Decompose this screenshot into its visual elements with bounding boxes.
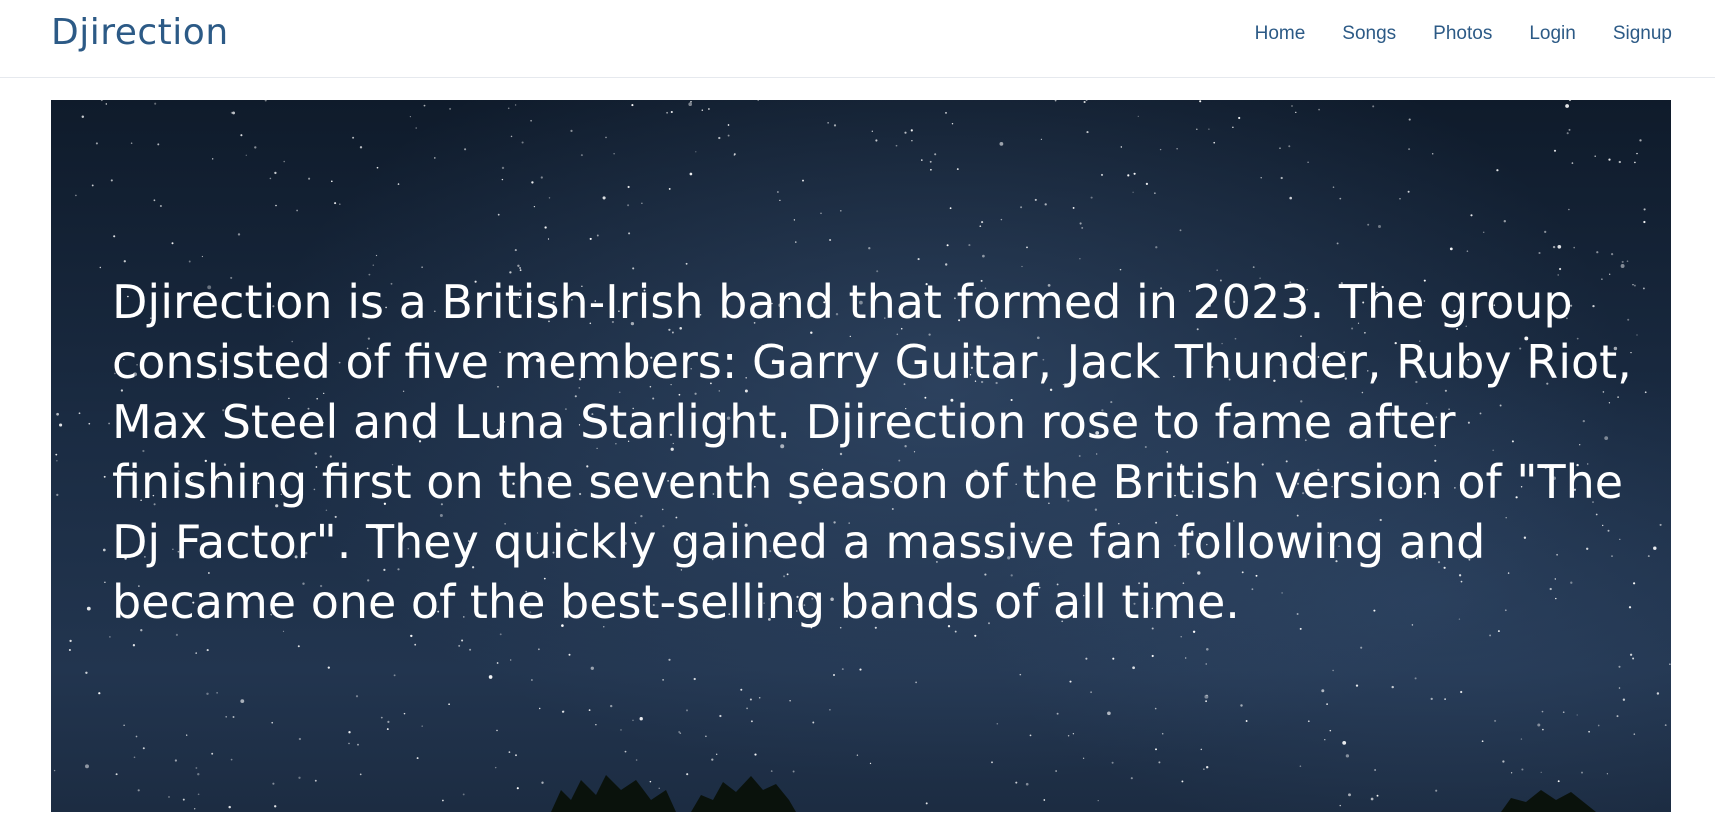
navbar: Djirection Home Songs Photos Login Signu…	[0, 0, 1715, 78]
hero-banner: Djirection is a British-Irish band that …	[51, 100, 1671, 812]
hero-description: Djirection is a British-Irish band that …	[112, 275, 1632, 629]
nav-link-signup[interactable]: Signup	[1613, 21, 1672, 47]
nav-link-songs[interactable]: Songs	[1342, 21, 1396, 47]
brand-logo-link[interactable]: Djirection	[51, 11, 229, 55]
nav-link-login[interactable]: Login	[1529, 21, 1576, 47]
nav-link-photos[interactable]: Photos	[1433, 21, 1492, 47]
nav-links: Home Songs Photos Login Signup	[1218, 21, 1672, 47]
nav-link-home[interactable]: Home	[1255, 21, 1306, 47]
